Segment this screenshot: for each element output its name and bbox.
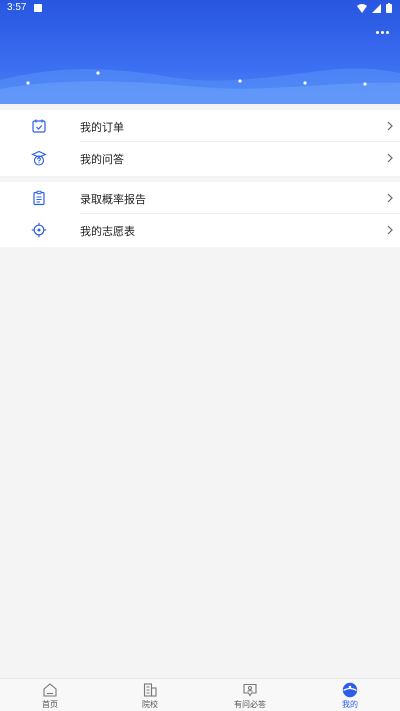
chevron-right-icon xyxy=(387,153,393,163)
calendar-check-icon xyxy=(32,119,46,133)
chevron-right-icon xyxy=(387,193,393,203)
menu-item-label: 我的问答 xyxy=(80,153,124,166)
tab-label: 院校 xyxy=(142,700,158,709)
menu-item-label: 我的志愿表 xyxy=(80,225,135,238)
target-icon xyxy=(31,222,47,238)
menu-item-label: 我的订单 xyxy=(80,121,124,134)
clipboard-icon xyxy=(33,190,45,206)
chat-icon xyxy=(243,683,257,697)
signal-icon xyxy=(372,3,381,13)
home-icon xyxy=(43,683,57,697)
header-wave-decoration xyxy=(0,68,400,104)
menu-item-questions[interactable]: 我的问答 xyxy=(0,142,400,174)
more-dots-icon[interactable] xyxy=(372,26,392,38)
profile-header: 3:57 xyxy=(0,0,400,104)
tab-qa[interactable]: 有问必答 xyxy=(200,679,300,711)
status-time: 3:57 xyxy=(7,2,27,13)
chevron-right-icon xyxy=(387,225,393,235)
tab-home[interactable]: 首页 xyxy=(0,679,100,711)
chevron-right-icon xyxy=(387,121,393,131)
profile-icon xyxy=(342,682,358,698)
tab-profile[interactable]: 我的 xyxy=(300,679,400,711)
menu-item-label: 录取概率报告 xyxy=(80,193,146,206)
menu-group-2: 录取概率报告 我的志愿表 xyxy=(0,182,400,247)
wifi-icon xyxy=(357,3,367,13)
menu-item-application-list[interactable]: 我的志愿表 xyxy=(0,214,400,246)
tab-label: 有问必答 xyxy=(234,700,266,709)
tab-schools[interactable]: 院校 xyxy=(100,679,200,711)
tab-label: 我的 xyxy=(342,700,358,709)
bottom-tab-bar: 首页 院校 有问必答 我的 xyxy=(0,678,400,711)
status-bar: 3:57 xyxy=(0,0,400,16)
menu-group-1: 我的订单 我的问答 xyxy=(0,110,400,176)
question-icon xyxy=(31,150,47,166)
battery-icon xyxy=(386,3,392,13)
app-notification-icon xyxy=(34,4,42,12)
menu-item-admission-report[interactable]: 录取概率报告 xyxy=(0,182,400,214)
tab-label: 首页 xyxy=(42,700,58,709)
building-icon xyxy=(143,683,157,697)
status-icons xyxy=(357,3,392,13)
menu-item-orders[interactable]: 我的订单 xyxy=(0,110,400,142)
